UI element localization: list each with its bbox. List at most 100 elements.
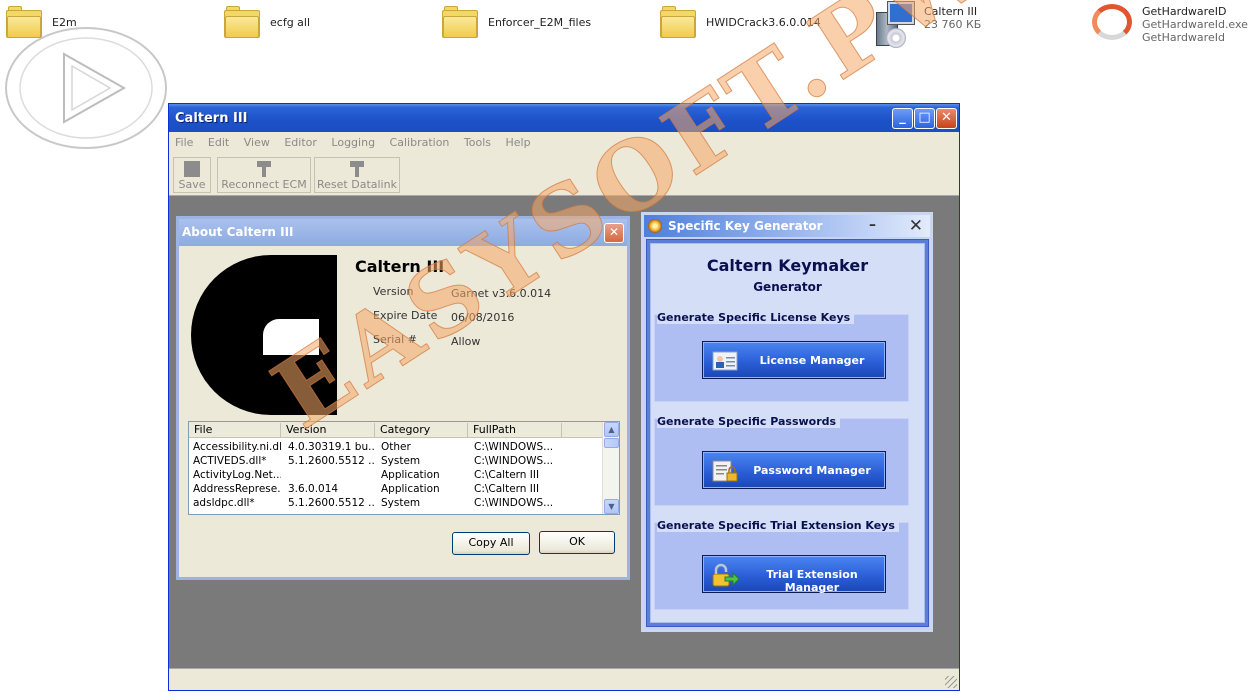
copy-all-button[interactable]: Copy All — [452, 532, 530, 555]
menu-file[interactable]: File — [175, 136, 193, 149]
reset-datalink-button[interactable]: Reset Datalink — [314, 157, 400, 193]
column-header-file[interactable]: File — [189, 423, 281, 438]
menu-view[interactable]: View — [244, 136, 270, 149]
menu-edit[interactable]: Edit — [208, 136, 229, 149]
passwords-group: Generate Specific Passwords Password Man… — [654, 415, 909, 506]
cell-path: C:\Caltern III — [474, 469, 540, 481]
key-icon — [648, 219, 662, 233]
product-name: Caltern III — [355, 257, 445, 276]
serial-label: Serial # — [373, 333, 417, 346]
license-manager-button[interactable]: License Manager — [702, 341, 886, 379]
cell-category: Other — [381, 441, 411, 453]
table-row[interactable]: ACTIVEDS.dll* 5.1.2600.5512 ... System C… — [189, 455, 604, 469]
window-title: Caltern III — [175, 111, 248, 126]
column-header-version[interactable]: Version — [281, 423, 375, 438]
column-header-fullpath[interactable]: FullPath — [468, 423, 562, 438]
table-row[interactable]: ActivityLog.Net.... Application C:\Calte… — [189, 469, 604, 483]
cell-category: Application — [381, 469, 440, 481]
reconnect-ecm-button[interactable]: Reconnect ECM — [217, 157, 311, 193]
menu-help[interactable]: Help — [506, 136, 531, 149]
folder-icon — [442, 6, 478, 38]
cell-path: C:\WINDOWS... — [474, 441, 554, 453]
unlock-arrow-icon — [712, 563, 739, 587]
password-lock-icon — [712, 460, 738, 482]
folder-label: E2m — [52, 16, 77, 29]
connector-icon — [257, 161, 271, 177]
installer-size: 23 760 КБ — [924, 18, 982, 31]
hwid-desc: GetHardwareId — [1142, 31, 1225, 44]
folder-label: ecfg all — [270, 16, 311, 29]
scroll-down-icon[interactable]: ▼ — [604, 499, 619, 514]
group-label: Generate Specific License Keys — [657, 311, 855, 324]
play-watermark-icon — [5, 27, 167, 149]
scroll-up-icon[interactable]: ▲ — [604, 422, 619, 437]
trial-extension-group: Generate Specific Trial Extension Keys T… — [654, 519, 909, 610]
cell-file: Accessibility.ni.dll* — [193, 441, 281, 453]
close-button[interactable]: ✕ — [936, 108, 957, 129]
cell-path: C:\WINDOWS... — [474, 497, 554, 509]
save-icon — [184, 161, 200, 177]
about-close-button[interactable]: ✕ — [604, 223, 624, 243]
scroll-thumb[interactable] — [604, 438, 619, 448]
cell-path: C:\WINDOWS... — [474, 455, 554, 467]
installer-name: Caltern III — [924, 5, 978, 18]
list-scrollbar[interactable]: ▲ ▼ — [602, 422, 619, 514]
connector-icon — [350, 161, 364, 177]
folder-label: HWIDCrack3.6.0.014 — [706, 16, 821, 29]
cell-version: 4.0.30319.1 bu... — [288, 441, 374, 453]
cell-category: Application — [381, 483, 440, 495]
keygen-window: Specific Key Generator – ✕ Caltern Keyma… — [641, 212, 933, 632]
table-row[interactable]: adsldpc.dll* 5.1.2600.5512 ... System C:… — [189, 497, 604, 511]
menu-logging[interactable]: Logging — [331, 136, 375, 149]
status-bar — [169, 668, 959, 690]
table-row[interactable]: AddressReprese... 3.6.0.014 Application … — [189, 483, 604, 497]
cell-path: C:\Caltern III — [474, 483, 540, 495]
keygen-panel: Caltern Keymaker Generator Generate Spec… — [650, 243, 925, 623]
about-title: About Caltern III — [182, 225, 294, 239]
caltern-logo — [191, 255, 337, 415]
keygen-heading: Caltern Keymaker — [706, 256, 869, 275]
keygen-close-button[interactable]: ✕ — [909, 216, 923, 236]
keygen-subheading: Generator — [753, 280, 822, 294]
column-header-category[interactable]: Category — [375, 423, 468, 438]
cell-file: adsldpc.dll* — [193, 497, 255, 509]
expire-label: Expire Date — [373, 309, 438, 322]
cell-version: 5.1.2600.5512 ... — [288, 497, 374, 509]
table-row[interactable]: Accessibility.ni.dll* 4.0.30319.1 bu... … — [189, 441, 604, 455]
expire-value: 06/08/2016 — [451, 311, 515, 324]
keygen-minimize-button[interactable]: – — [869, 217, 876, 233]
keygen-titlebar[interactable]: Specific Key Generator – ✕ — [644, 215, 930, 237]
main-titlebar[interactable]: Caltern III _ □ ✕ — [169, 104, 959, 132]
menu-editor[interactable]: Editor — [284, 136, 317, 149]
minimize-button[interactable]: _ — [892, 108, 913, 129]
version-value: Garnet v3.6.0.014 — [451, 287, 552, 300]
save-button[interactable]: Save — [173, 157, 211, 193]
resize-grip[interactable] — [945, 676, 957, 688]
cell-version: 3.6.0.014 — [288, 483, 339, 495]
ok-button[interactable]: OK — [539, 531, 615, 554]
license-keys-group: Generate Specific License Keys License M… — [654, 311, 909, 402]
hwid-icon — [1090, 2, 1136, 42]
maximize-button[interactable]: □ — [914, 108, 935, 129]
folder-icon — [224, 6, 260, 38]
hwid-name: GetHardwareID — [1142, 5, 1227, 18]
group-label: Generate Specific Passwords — [657, 415, 841, 428]
password-manager-button[interactable]: Password Manager — [702, 451, 886, 489]
group-label: Generate Specific Trial Extension Keys — [657, 519, 899, 532]
hwid-file: GetHardwareId.exe — [1142, 18, 1248, 31]
cell-category: System — [381, 497, 421, 509]
cell-file: AddressReprese... — [193, 483, 281, 495]
serial-value: Allow — [451, 335, 481, 348]
cell-category: System — [381, 455, 421, 467]
keygen-title: Specific Key Generator — [668, 219, 823, 233]
about-dialog: About Caltern III ✕ Caltern III Version … — [176, 216, 630, 580]
folder-icon — [6, 6, 42, 38]
cell-file: ActivityLog.Net.... — [193, 469, 281, 481]
installer-icon — [872, 2, 916, 50]
menu-tools[interactable]: Tools — [464, 136, 491, 149]
about-titlebar[interactable]: About Caltern III ✕ — [179, 219, 627, 246]
menu-calibration[interactable]: Calibration — [390, 136, 450, 149]
cell-version: 5.1.2600.5512 ... — [288, 455, 374, 467]
trial-extension-manager-button[interactable]: Trial Extension Manager — [702, 555, 886, 594]
module-list[interactable]: File Version Category FullPath Accessibi… — [188, 421, 620, 515]
